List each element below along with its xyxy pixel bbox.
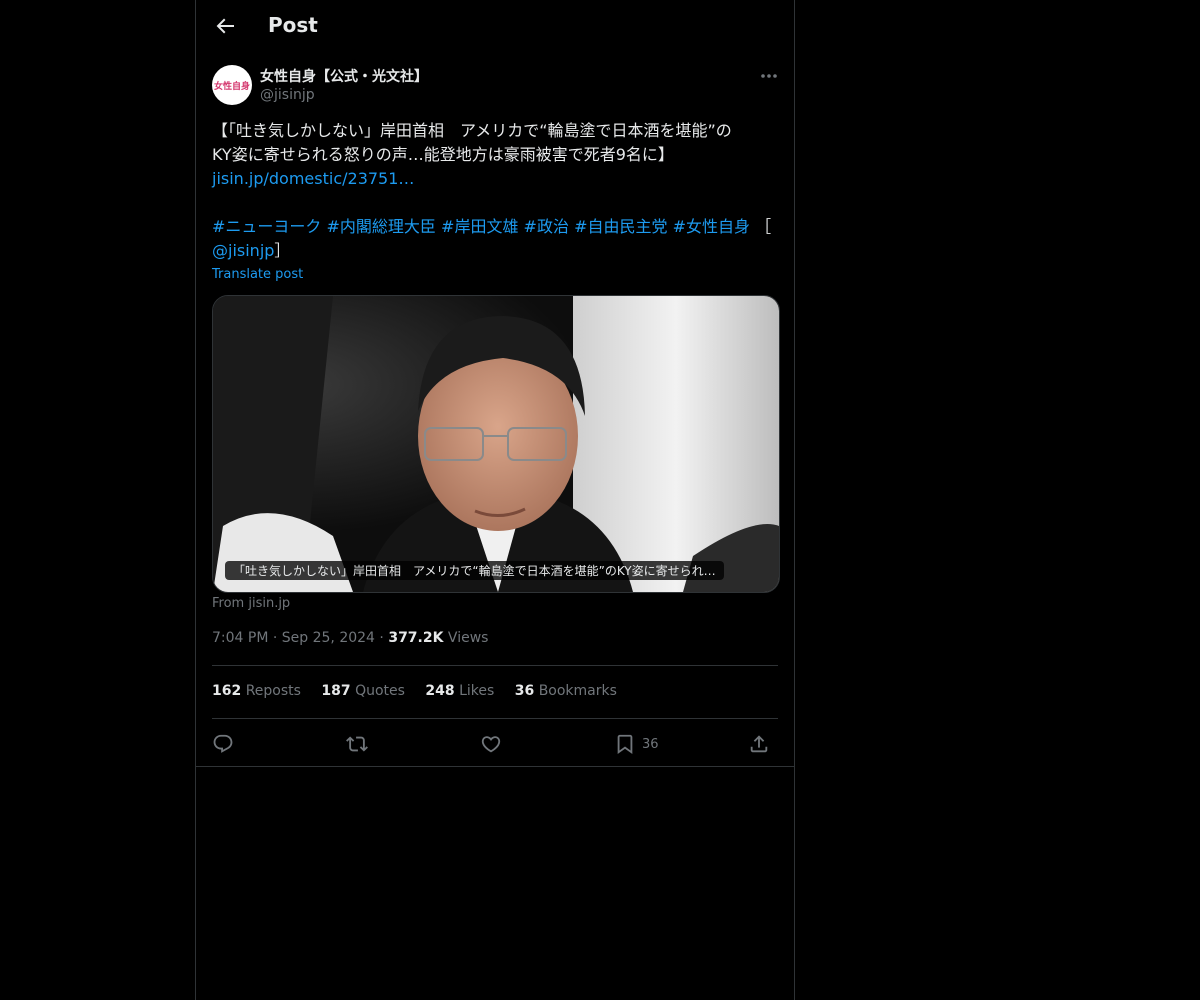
likes-count: 248 <box>425 683 455 699</box>
bookmark-count: 36 <box>642 736 659 752</box>
hashtag-link[interactable]: #岸田文雄 <box>441 217 518 236</box>
back-button[interactable] <box>213 14 237 38</box>
views-label: Views <box>447 630 489 646</box>
views-count: 377.2K <box>388 630 444 646</box>
hashtag-link[interactable]: #自由民主党 <box>574 217 667 236</box>
post-text-line: KY姿に寄せられる怒りの声…能登地方は豪雨被害で死者9名に】 <box>212 145 674 164</box>
avatar-logo-text: 女性自身 <box>213 81 250 92</box>
post-meta: 7:04 PM · Sep 25, 2024 · 377.2K Views <box>212 630 488 646</box>
reply-button[interactable] <box>212 731 234 757</box>
avatar[interactable]: 女性自身 <box>212 65 252 105</box>
translate-post-link[interactable]: Translate post <box>212 267 303 282</box>
reposts-count: 162 <box>212 683 242 699</box>
heart-icon <box>481 736 501 753</box>
bookmarks-label: Bookmarks <box>538 683 617 699</box>
hashtag-link[interactable]: #内閣総理大臣 <box>327 217 436 236</box>
page-title: Post <box>268 13 318 37</box>
bracket-close: ］ <box>274 241 291 260</box>
share-button[interactable] <box>748 731 770 757</box>
author-handle[interactable]: @jisinjp <box>260 87 315 103</box>
reposts-label: Reposts <box>245 683 301 699</box>
more-dots-icon <box>761 74 777 78</box>
main-column: Post 女性自身 女性自身【公式・光文社】 @jisinjp 【「吐き気しかし… <box>195 0 795 1000</box>
share-icon <box>750 735 768 753</box>
bookmark-icon <box>617 734 633 755</box>
repost-icon <box>346 736 368 752</box>
reposts-stat[interactable]: 162 Reposts <box>212 683 301 699</box>
like-button[interactable] <box>480 731 502 757</box>
link-card-title: 「吐き気しかしない」岸田首相 アメリカで“輪島塗で日本酒を堪能”のKY姿に寄せら… <box>225 561 724 580</box>
quotes-count: 187 <box>321 683 351 699</box>
hashtag-link[interactable]: #政治 <box>524 217 569 236</box>
hashtag-link[interactable]: #ニューヨーク <box>212 217 321 236</box>
bookmarks-stat[interactable]: 36 Bookmarks <box>515 683 617 699</box>
divider <box>196 766 794 767</box>
post-text: 【「吐き気しかしない」岸田首相 アメリカで“輪島塗で日本酒を堪能”の KY姿に寄… <box>212 119 778 263</box>
hashtag-link[interactable]: #女性自身 <box>673 217 750 236</box>
divider <box>212 718 778 719</box>
post-date[interactable]: Sep 25, 2024 <box>282 630 375 646</box>
bracket-open: ［ <box>755 217 772 236</box>
quotes-label: Quotes <box>355 683 405 699</box>
divider <box>212 665 778 666</box>
author-display-name[interactable]: 女性自身【公式・光文社】 <box>260 66 428 86</box>
action-bar: 36 <box>212 731 778 757</box>
post-text-line: 【「吐き気しかしない」岸田首相 アメリカで“輪島塗で日本酒を堪能”の <box>212 121 732 140</box>
bookmark-button[interactable]: 36 <box>614 731 659 757</box>
mention-link[interactable]: @jisinjp <box>212 241 274 260</box>
top-bar: Post <box>196 0 794 53</box>
separator-dot: · <box>272 630 278 646</box>
separator-dot: · <box>379 630 384 646</box>
hashtag-line: #ニューヨーク #内閣総理大臣 #岸田文雄 #政治 #自由民主党 #女性自身 ［ <box>212 215 778 239</box>
more-options-button[interactable] <box>758 68 780 82</box>
repost-button[interactable] <box>346 731 368 757</box>
reply-icon <box>213 734 233 753</box>
arrow-left-icon <box>216 18 234 34</box>
engagement-stats: 162 Reposts 187 Quotes 248 Likes 36 Book… <box>212 683 633 699</box>
likes-label: Likes <box>459 683 495 699</box>
post-time[interactable]: 7:04 PM <box>212 630 268 646</box>
link-card-source[interactable]: From jisin.jp <box>212 596 290 611</box>
news-photo <box>213 296 779 592</box>
likes-stat[interactable]: 248 Likes <box>425 683 494 699</box>
link-card-image[interactable]: 「吐き気しかしない」岸田首相 アメリカで“輪島塗で日本酒を堪能”のKY姿に寄せら… <box>212 295 780 593</box>
bookmarks-count: 36 <box>514 683 535 699</box>
post-link[interactable]: jisin.jp/domestic/23751… <box>212 169 414 188</box>
quotes-stat[interactable]: 187 Quotes <box>321 683 405 699</box>
